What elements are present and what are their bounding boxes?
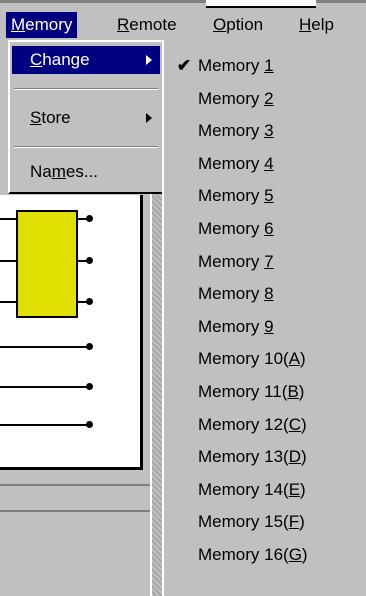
memory-dropdown: Change Store Names... — [8, 40, 164, 194]
pin-dot[interactable] — [86, 383, 93, 390]
check-icon: ✔ — [176, 56, 192, 75]
pin-dot[interactable] — [86, 298, 93, 305]
wire — [0, 301, 16, 303]
submenu-item-memory-14[interactable]: Memory 14(E) — [164, 474, 364, 506]
mnemonic: R — [117, 15, 130, 34]
menu-separator — [14, 88, 158, 90]
menu-option[interactable]: Option — [208, 12, 268, 38]
mnemonic: 1 — [264, 56, 274, 75]
menu-item-change[interactable]: Change — [12, 46, 160, 74]
submenu-item-memory-5[interactable]: Memory 5 — [164, 180, 364, 212]
mnemonic: E — [288, 479, 301, 499]
mnemonic: m — [51, 162, 66, 181]
mnemonic: O — [213, 15, 227, 34]
mnemonic: A — [288, 349, 301, 369]
divider — [0, 484, 150, 486]
menu-separator — [14, 146, 158, 148]
menu-remote[interactable]: Remote — [112, 12, 182, 38]
mnemonic: D — [288, 447, 301, 467]
submenu-item-memory-6[interactable]: Memory 6 — [164, 213, 364, 245]
mnemonic: S — [30, 108, 42, 127]
menu-item-names[interactable]: Names... — [12, 158, 160, 186]
submenu-item-memory-16[interactable]: Memory 16(G) — [164, 539, 364, 571]
mnemonic: F — [288, 512, 300, 532]
wire — [0, 424, 88, 426]
submenu-item-memory-7[interactable]: Memory 7 — [164, 246, 364, 278]
wire — [0, 386, 88, 388]
submenu-item-memory-2[interactable]: Memory 2 — [164, 83, 364, 115]
mnemonic: 8 — [264, 284, 274, 304]
submenu-item-memory-10[interactable]: Memory 10(A) — [164, 343, 364, 375]
mnemonic: B — [287, 382, 299, 401]
wire — [0, 346, 88, 348]
submenu-arrow-icon — [146, 113, 152, 123]
mnemonic: 9 — [264, 316, 274, 336]
mnemonic: 7 — [264, 251, 274, 271]
menu-bar: Memory Remote Option Help — [0, 0, 366, 40]
submenu-item-memory-3[interactable]: Memory 3 — [164, 115, 364, 147]
mnemonic: M — [11, 15, 26, 34]
pin-dot[interactable] — [86, 257, 93, 264]
pin-dot[interactable] — [86, 215, 93, 222]
component-block[interactable] — [16, 210, 78, 318]
mnemonic: 6 — [264, 219, 274, 238]
mnemonic: H — [299, 15, 312, 34]
mnemonic: 5 — [264, 186, 274, 206]
divider — [0, 510, 150, 512]
mnemonic: C — [30, 50, 43, 69]
submenu-item-memory-9[interactable]: Memory 9 — [164, 311, 364, 343]
pin-dot[interactable] — [86, 421, 93, 428]
submenu-item-memory-4[interactable]: Memory 4 — [164, 148, 364, 180]
menu-help[interactable]: Help — [294, 12, 339, 38]
menu-item-store[interactable]: Store — [12, 104, 160, 132]
change-submenu: ✔ Memory 1 Memory 2 Memory 3 Memory 4 Memory … — [162, 40, 366, 596]
pin-dot[interactable] — [86, 343, 93, 350]
submenu-item-memory-11[interactable]: Memory 11(B) — [164, 376, 364, 408]
window-edge-shadow — [206, 6, 316, 8]
mnemonic: C — [288, 414, 301, 434]
wire — [0, 218, 16, 220]
submenu-arrow-icon — [146, 55, 152, 65]
submenu-item-memory-15[interactable]: Memory 15(F) — [164, 506, 364, 538]
mnemonic: 2 — [264, 88, 274, 108]
submenu-item-memory-13[interactable]: Memory 13(D) — [164, 441, 364, 473]
submenu-item-memory-1[interactable]: ✔ Memory 1 — [164, 50, 364, 82]
menu-memory[interactable]: Memory — [6, 12, 78, 38]
mnemonic: G — [288, 545, 302, 564]
mnemonic: 4 — [264, 153, 274, 173]
wire — [0, 260, 16, 262]
submenu-item-memory-8[interactable]: Memory 8 — [164, 278, 364, 310]
mnemonic: 3 — [264, 121, 274, 141]
submenu-item-memory-12[interactable]: Memory 12(C) — [164, 409, 364, 441]
